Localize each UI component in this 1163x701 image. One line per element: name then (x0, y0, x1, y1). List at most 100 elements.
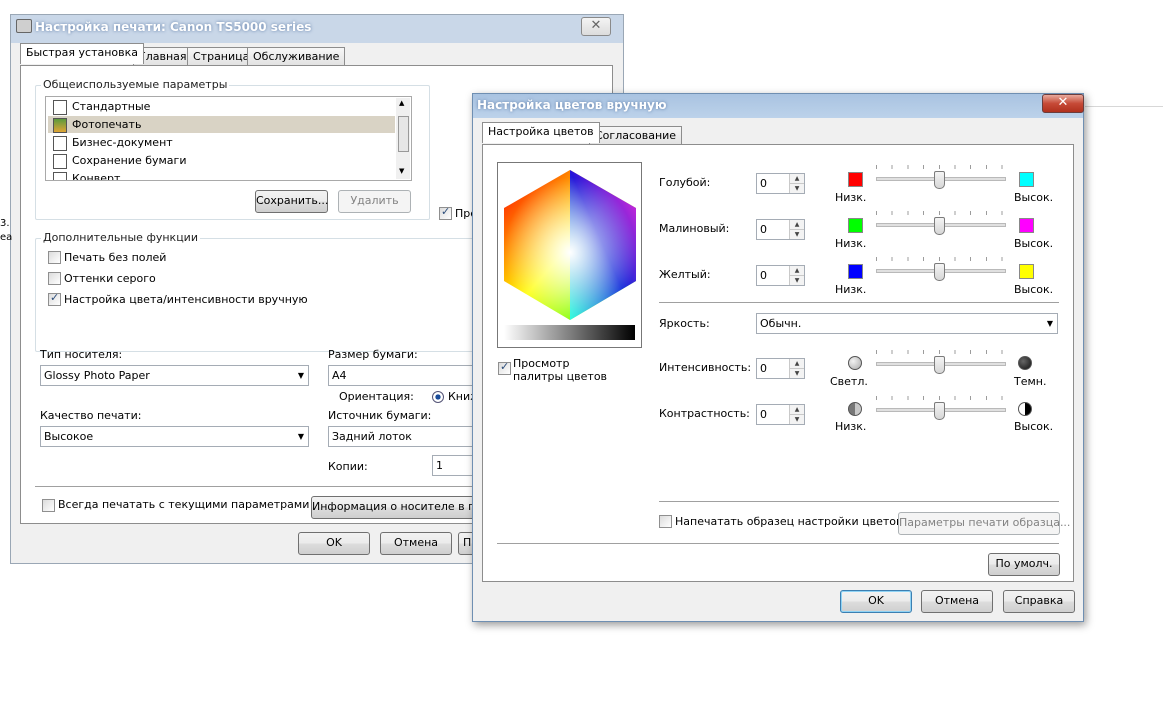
cyan-high-swatch (1019, 172, 1034, 187)
high-contrast-icon (1018, 402, 1032, 416)
paper-size-label: Размер бумаги: (328, 348, 418, 361)
color-adjust-title: Настройка цветов вручную (477, 98, 667, 112)
magenta-high-label: Высок. (1014, 237, 1054, 250)
print-quality-select[interactable]: Высокое ▼ (40, 426, 309, 447)
low-contrast-icon (848, 402, 862, 416)
spin-down-icon[interactable]: ▼ (789, 415, 804, 424)
print-settings-close-button[interactable]: ✕ (581, 17, 611, 36)
cancel-button[interactable]: Отмена (921, 590, 993, 613)
yellow-high-label: Высок. (1014, 283, 1054, 296)
printer-icon (16, 19, 32, 33)
spin-up-icon[interactable]: ▲ (789, 174, 804, 184)
business-doc-icon (53, 136, 67, 151)
spin-down-icon[interactable]: ▼ (789, 230, 804, 239)
tab-maintenance[interactable]: Обслуживание (247, 47, 346, 65)
contrast-slider-thumb[interactable] (934, 402, 945, 420)
cyan-label: Голубой: (659, 176, 711, 189)
list-item[interactable]: Конверт (48, 170, 395, 180)
back-cancel-button[interactable]: Отмена (380, 532, 452, 555)
cyan-low-label: Низк. (835, 191, 867, 204)
scroll-thumb[interactable] (398, 116, 409, 152)
spin-down-icon[interactable]: ▼ (789, 276, 804, 285)
media-type-select[interactable]: Glossy Photo Paper ▼ (40, 365, 309, 386)
color-adjust-close-button[interactable]: ✕ (1042, 94, 1084, 113)
print-sample-checkbox[interactable] (659, 515, 672, 528)
grayscale-checkbox[interactable] (48, 272, 61, 285)
spin-up-icon[interactable]: ▲ (789, 266, 804, 276)
separator (659, 501, 1059, 502)
magenta-slider-thumb[interactable] (934, 217, 945, 235)
preview-checkbox[interactable] (439, 205, 452, 220)
always-print-label: Всегда печатать с текущими параметрами (58, 498, 310, 511)
color-preview-box (497, 162, 642, 348)
list-item[interactable]: Сохранение бумаги (48, 152, 395, 169)
cyan-slider-ticks (876, 165, 1004, 169)
list-item[interactable]: Стандартные (48, 98, 395, 115)
intensity-high-label: Темн. (1014, 375, 1047, 388)
tab-color-adjust[interactable]: Настройка цветов (482, 122, 600, 143)
paper-size-select[interactable]: A4 (328, 365, 483, 386)
intensity-slider-thumb[interactable] (934, 356, 945, 374)
list-item[interactable]: Фотопечать (48, 116, 395, 133)
intensity-label: Интенсивность: (659, 361, 752, 374)
separator (659, 302, 1059, 303)
spin-up-icon[interactable]: ▲ (789, 359, 804, 369)
help-button[interactable]: Справка (1003, 590, 1075, 613)
always-print-checkbox[interactable] (42, 499, 55, 512)
scroll-up-icon[interactable]: ▲ (399, 99, 404, 107)
contrast-spinner[interactable]: 0 ▲ ▼ (756, 404, 805, 425)
paper-source-select[interactable]: Задний лоток (328, 426, 483, 447)
edge-text: еа (0, 232, 13, 243)
presets-list[interactable]: Стандартные Фотопечать Бизнес-документ С… (45, 96, 412, 181)
extra-functions-title: Дополнительные функции (41, 231, 200, 244)
document-icon (53, 100, 67, 115)
intensity-low-label: Светл. (830, 375, 868, 388)
magenta-spinner[interactable]: 0 ▲ ▼ (756, 219, 805, 240)
color-adjust-titlebar[interactable]: Настройка цветов вручную ✕ (473, 94, 1084, 118)
tab-page[interactable]: Страница (187, 47, 256, 65)
magenta-low-label: Низк. (835, 237, 867, 250)
sample-params-button[interactable]: Параметры печати образца... (898, 512, 1070, 535)
list-item[interactable]: Бизнес-документ (48, 134, 395, 151)
palette-preview-checkbox[interactable] (498, 360, 511, 375)
contrast-low-label: Низк. (835, 420, 867, 433)
yellow-low-swatch (848, 264, 863, 279)
borderless-checkbox[interactable] (48, 251, 61, 264)
spin-down-icon[interactable]: ▼ (789, 369, 804, 378)
common-params-title: Общеиспользуемые параметры (41, 78, 230, 91)
manual-color-checkbox[interactable] (48, 291, 61, 306)
print-quality-label: Качество печати: (40, 409, 142, 422)
intensity-slider-ticks (876, 350, 1004, 354)
yellow-spinner[interactable]: 0 ▲ ▼ (756, 265, 805, 286)
contrast-high-label: Высок. (1014, 420, 1054, 433)
print-settings-title: Настройка печати: Canon TS5000 series (35, 20, 312, 34)
media-info-button[interactable]: Информация о носителе в при (311, 496, 483, 519)
intensity-spinner[interactable]: 0 ▲ ▼ (756, 358, 805, 379)
paper-source-label: Источник бумаги: (328, 409, 432, 422)
grayscale-label: Оттенки серого (64, 272, 156, 285)
orientation-radio[interactable] (432, 391, 444, 403)
save-preset-button[interactable]: Сохранить... (255, 190, 328, 213)
orientation-label: Ориентация: (339, 390, 414, 403)
brightness-label: Яркость: (659, 317, 710, 330)
print-settings-titlebar[interactable]: Настройка печати: Canon TS5000 series ✕ (11, 15, 623, 39)
tab-matching[interactable]: Согласование (589, 126, 683, 144)
spin-up-icon[interactable]: ▲ (789, 405, 804, 415)
spin-down-icon[interactable]: ▼ (789, 184, 804, 193)
ok-button[interactable]: OK (840, 590, 912, 613)
separator (497, 543, 1059, 544)
color-adjust-window: Настройка цветов вручную ✕ Настройка цве… (472, 93, 1084, 622)
spin-up-icon[interactable]: ▲ (789, 220, 804, 230)
presets-scrollbar[interactable]: ▲ ▼ (396, 98, 410, 179)
delete-preset-button[interactable]: Удалить (338, 190, 411, 213)
scroll-down-icon[interactable]: ▼ (399, 167, 404, 175)
color-adjust-panel: Просмотр палитры цветов Голубой: 0▲▼ Низ… (482, 144, 1074, 582)
brightness-select[interactable]: Обычн. ▼ (756, 313, 1058, 334)
chevron-down-icon: ▼ (1046, 319, 1053, 328)
tab-quick-setup[interactable]: Быстрая установка (20, 43, 145, 64)
defaults-button[interactable]: По умолч. (988, 553, 1060, 576)
yellow-slider-thumb[interactable] (934, 263, 945, 281)
back-ok-button[interactable]: OK (298, 532, 370, 555)
cyan-spinner[interactable]: 0 ▲ ▼ (756, 173, 805, 194)
cyan-slider-thumb[interactable] (934, 171, 945, 189)
